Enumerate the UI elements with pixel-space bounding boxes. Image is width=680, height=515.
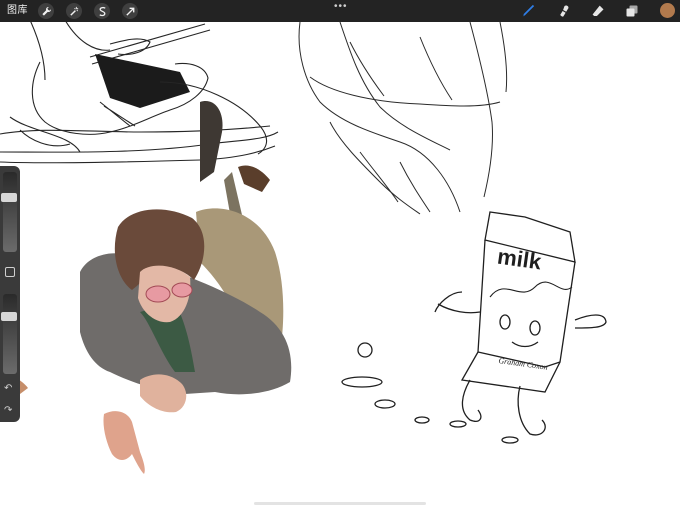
brush-sidebar: ↶ ↷	[0, 166, 20, 422]
top-toolbar: 图库 •••	[0, 0, 680, 22]
opacity-thumb[interactable]	[1, 312, 17, 322]
layers-icon[interactable]	[624, 3, 640, 19]
guitar-sketch	[0, 19, 279, 164]
smudge-icon[interactable]	[556, 3, 572, 19]
magic-wand-icon[interactable]	[66, 3, 82, 19]
brush-icon[interactable]	[520, 3, 536, 19]
milk-label: milk	[496, 244, 544, 275]
brush-size-slider[interactable]	[1, 172, 17, 252]
milk-carton-character	[341, 211, 607, 444]
transform-arrow-icon[interactable]	[122, 3, 138, 19]
opacity-slider[interactable]	[1, 294, 17, 374]
lying-figure-painting	[0, 101, 292, 474]
home-indicator	[254, 502, 426, 505]
drawing-canvas[interactable]: milk Graham Coxon	[0, 19, 680, 510]
color-picker[interactable]	[660, 3, 675, 18]
modify-button-square-icon[interactable]	[5, 267, 15, 277]
redo-icon[interactable]: ↷	[4, 406, 12, 416]
signature-label: Graham Coxon	[498, 356, 548, 372]
gallery-button[interactable]: 图库	[7, 4, 28, 18]
more-options[interactable]: •••	[334, 2, 348, 12]
selection-s-icon[interactable]	[94, 3, 110, 19]
eraser-icon[interactable]	[590, 3, 606, 19]
brush-size-thumb[interactable]	[1, 193, 17, 203]
undo-icon[interactable]: ↶	[4, 384, 12, 394]
standing-figure-sketch	[298, 21, 508, 215]
sketch-artwork: milk Graham Coxon	[0, 19, 607, 474]
wrench-icon[interactable]	[38, 3, 54, 19]
